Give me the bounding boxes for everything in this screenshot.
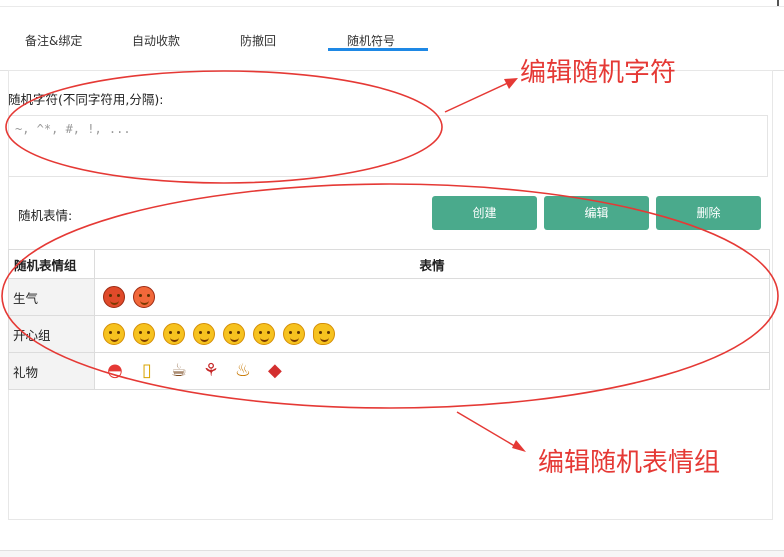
rose-icon: ⚘ (202, 360, 220, 381)
pouting-face-icon (132, 286, 155, 308)
delete-button[interactable]: 删除 (656, 196, 761, 230)
coffee-icon: ☕ (170, 360, 188, 381)
random-chars-input[interactable]: ~, ^*, #, !, ... (8, 115, 768, 177)
edit-button[interactable]: 编辑 (544, 196, 649, 230)
big-smile-face-icon (192, 323, 215, 345)
window-edge-mark (777, 0, 779, 6)
random-emoji-label: 随机表情: (18, 208, 73, 223)
tab-random-symbol[interactable]: 随机符号 (347, 32, 395, 49)
emoji-group-table: 随机表情组 表情 生气 开心组 礼物 ◓ ▯ ☕ ⚘ ♨ ◆ (8, 249, 770, 390)
laughing-face-icon (252, 323, 275, 345)
group-name: 礼物 (8, 352, 95, 390)
active-tab-indicator (328, 48, 428, 51)
watermelon-icon: ◓ (107, 360, 123, 381)
thinking-face-icon (222, 323, 245, 345)
group-name: 生气 (8, 278, 95, 316)
group-name: 开心组 (8, 315, 95, 353)
beer-icon: ▯ (142, 360, 152, 381)
shy-smile-face-icon (282, 323, 305, 345)
grin-face-icon (162, 323, 185, 345)
random-chars-label: 随机字符(不同字符用,分隔): (8, 92, 164, 107)
heart-eyes-face-icon (132, 323, 155, 345)
emoji-cell: ◓ ▯ ☕ ⚘ ♨ ◆ (94, 352, 770, 390)
annotation-edit-chars: 编辑随机字符 (520, 58, 677, 88)
column-header-group: 随机表情组 (8, 249, 95, 279)
tab-anti-recall[interactable]: 防撤回 (240, 32, 276, 49)
table-row[interactable]: 开心组 (8, 315, 770, 353)
emoji-cell (94, 315, 770, 353)
smile-face-icon (103, 323, 125, 345)
table-header-row: 随机表情组 表情 (8, 249, 770, 279)
fortune-icon: ◆ (268, 360, 282, 381)
tab-remark-bind[interactable]: 备注&绑定 (25, 32, 82, 49)
tab-auto-collect[interactable]: 自动收款 (132, 32, 180, 49)
emoji-cell (94, 278, 770, 316)
table-row[interactable]: 生气 (8, 278, 770, 316)
angry-face-icon (103, 286, 125, 308)
cake-icon: ♨ (234, 360, 251, 381)
annotation-edit-emoji-groups: 编辑随机表情组 (538, 448, 721, 478)
column-header-emoji: 表情 (94, 249, 770, 279)
window-top-edge (0, 0, 784, 7)
create-button[interactable]: 创建 (432, 196, 537, 230)
fist-bump-icon (312, 323, 335, 345)
table-row[interactable]: 礼物 ◓ ▯ ☕ ⚘ ♨ ◆ (8, 352, 770, 390)
